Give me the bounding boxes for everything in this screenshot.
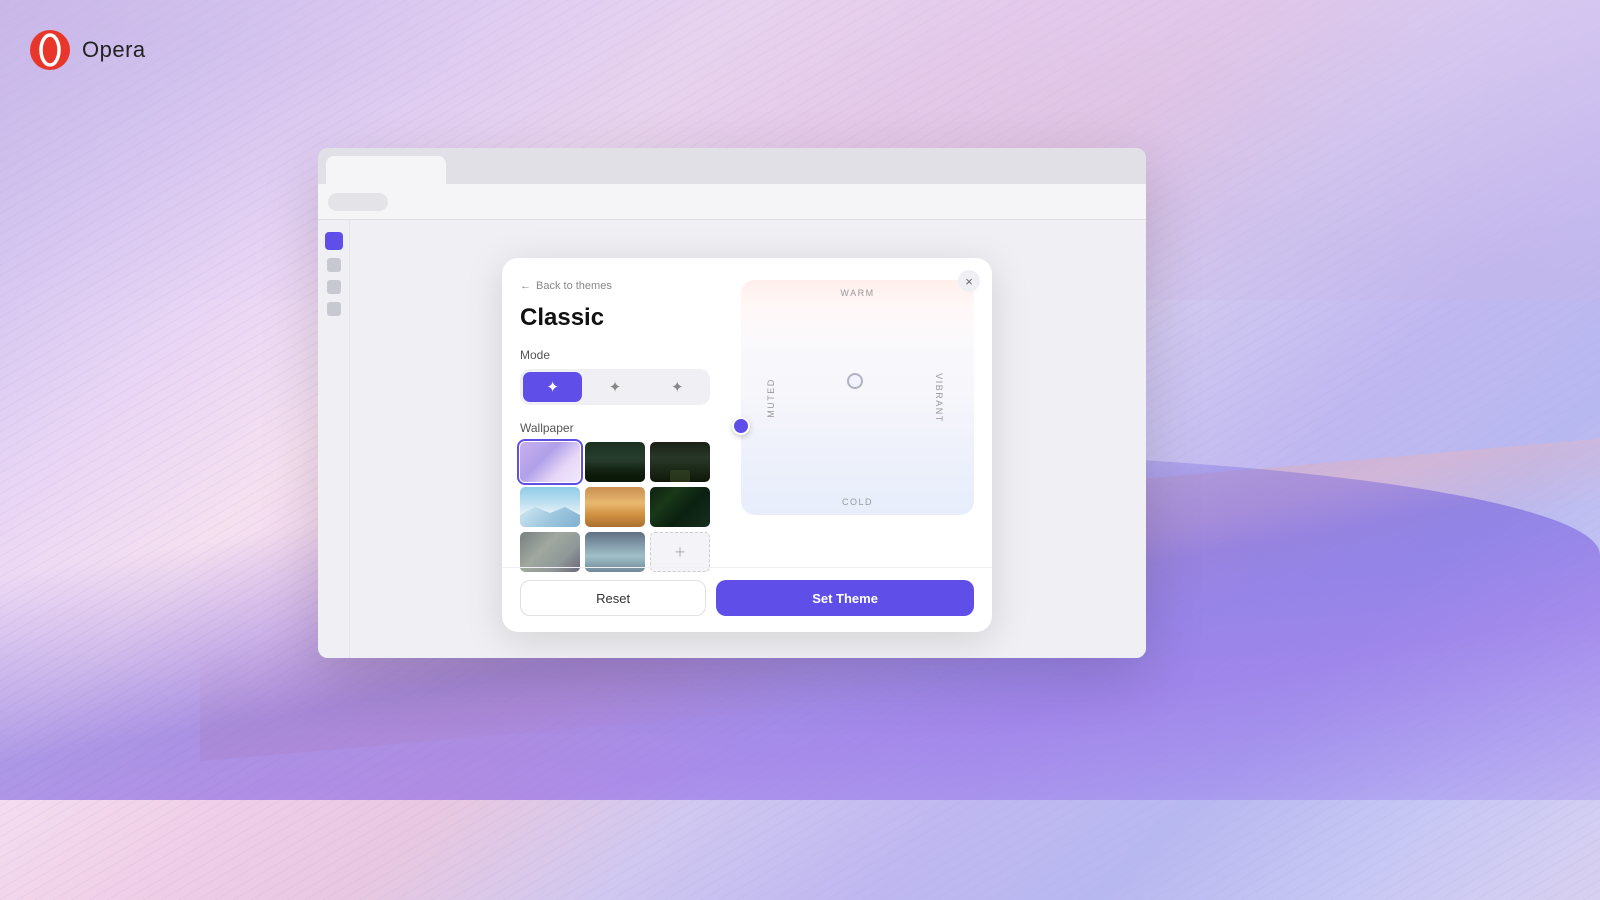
mode-dark-button[interactable]: ✦ [523,372,582,402]
browser-content: × ← Back to themes Classic Mode [350,220,1146,658]
sidebar-item-2[interactable] [327,280,341,294]
plus-icon: + [675,542,686,563]
color-drag-handle[interactable] [732,417,750,435]
mode-auto-button[interactable]: ✦ [648,372,707,402]
sidebar-active-item[interactable] [325,232,343,250]
dialog-left-column: ← Back to themes Classic Mode ✦ ✦ ✦ [520,280,725,572]
opera-logo-text: Opera [82,37,146,63]
address-bar[interactable] [328,193,388,211]
set-theme-button[interactable]: Set Theme [716,580,974,616]
theme-dialog: × ← Back to themes Classic Mode [502,258,992,632]
wallpaper-thumb-3[interactable] [650,442,710,482]
dialog-close-button[interactable]: × [958,270,980,292]
opera-icon [28,28,72,72]
back-arrow-icon: ← [520,280,531,292]
opera-logo: Opera [28,28,146,72]
wallpaper-thumb-4[interactable] [520,487,580,527]
dialog-right-column: WARM COLD MUTED VIBRANT [741,280,974,572]
wallpaper-grid: + [520,442,725,572]
browser-tab[interactable] [326,156,446,184]
wallpaper-section-label: Wallpaper [520,421,725,435]
color-label-warm: WARM [840,288,874,298]
sidebar-item-3[interactable] [327,302,341,316]
wallpaper-thumb-6[interactable] [650,487,710,527]
wallpaper-thumb-1[interactable] [520,442,580,482]
browser-sidebar [318,220,350,658]
mode-light-button[interactable]: ✦ [585,372,644,402]
color-picker-crosshair [847,373,863,389]
color-label-vibrant: VIBRANT [934,373,944,423]
wallpaper-thumb-5[interactable] [585,487,645,527]
back-link-label: Back to themes [536,280,612,292]
dialog-footer: Reset Set Theme [502,567,992,632]
color-picker-area[interactable]: WARM COLD MUTED VIBRANT [741,280,974,515]
theme-title: Classic [520,304,725,332]
browser-main: × ← Back to themes Classic Mode [318,220,1146,658]
browser-window: × ← Back to themes Classic Mode [318,148,1146,658]
browser-toolbar [318,184,1146,220]
sidebar-item-1[interactable] [327,258,341,272]
mode-section-label: Mode [520,348,725,362]
reset-button[interactable]: Reset [520,580,706,616]
browser-tab-bar [318,148,1146,184]
close-icon: × [965,274,973,289]
add-wallpaper-button[interactable]: + [650,532,710,572]
wallpaper-thumb-7[interactable] [520,532,580,572]
wallpaper-thumb-2[interactable] [585,442,645,482]
color-label-muted: MUTED [766,378,776,418]
wallpaper-thumb-8[interactable] [585,532,645,572]
color-label-cold: COLD [842,497,873,507]
back-to-themes-link[interactable]: ← Back to themes [520,280,725,292]
mode-selector: ✦ ✦ ✦ [520,369,710,405]
